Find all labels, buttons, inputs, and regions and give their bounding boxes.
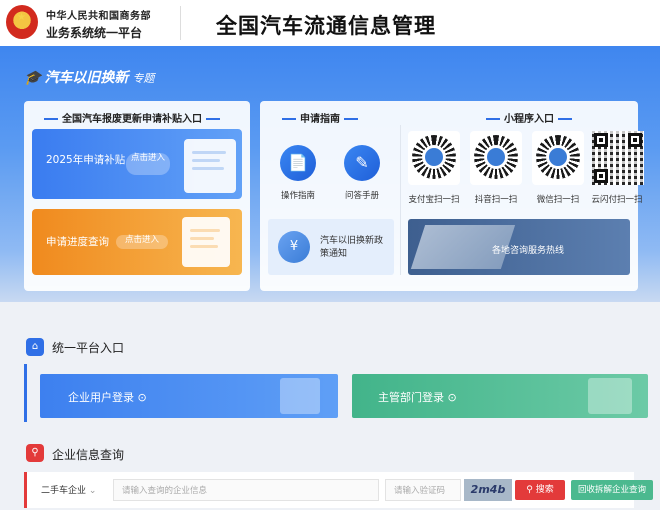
hotline-card[interactable]: 各地咨询服务热线	[408, 219, 630, 275]
dismantle-query-button[interactable]: 回收拆解企业查询	[571, 480, 653, 500]
document-illustration-icon	[184, 139, 236, 193]
topic-tag[interactable]: 🎓 汽车以旧换新 专题	[24, 67, 154, 87]
alipay-qr-code	[408, 131, 460, 185]
panel-divider	[400, 125, 401, 275]
progress-query-label: 申请进度查询	[46, 236, 109, 248]
circle-arrow-icon: ⊙	[447, 391, 457, 404]
policy-notice-card[interactable]: ¥ 汽车以旧换新政策通知	[268, 219, 394, 275]
faq-manual-icon[interactable]: ✎	[344, 145, 380, 181]
subsidy-panel-title: 全国汽车报废更新申请补贴入口	[40, 110, 224, 125]
building-illustration-icon	[280, 378, 320, 414]
platform-section-title: 统一平台入口	[52, 341, 125, 355]
search-icon: ⚲	[526, 485, 533, 495]
topic-tag-sub: 专题	[132, 72, 155, 85]
authority-login-button[interactable]: 主管部门登录 ⊙	[352, 374, 648, 418]
enterprise-search-bar: 二手车企业 ⌄ 请输入查询的企业信息 请输入验证码 2m4b ⚲ 搜索 回收拆解…	[24, 472, 653, 508]
search-button[interactable]: ⚲ 搜索	[515, 480, 565, 500]
query-section-icon: ⚲	[26, 444, 44, 462]
progress-query-card[interactable]: 申请进度查询 点击进入	[32, 209, 242, 275]
org-name: 中华人民共和国商务部	[46, 11, 151, 22]
unionpay-qr-code	[592, 131, 644, 185]
national-emblem-icon: ★	[6, 5, 38, 39]
miniapp-panel-title: 小程序入口	[482, 110, 576, 125]
enterprise-login-label: 企业用户登录 ⊙	[68, 391, 147, 404]
chevron-down-icon: ⌄	[88, 486, 97, 496]
wechat-qr-code	[532, 131, 584, 185]
operation-guide-label[interactable]: 操作指南	[272, 189, 324, 201]
douyin-scan-label: 抖音扫一扫	[474, 195, 518, 205]
government-building-icon	[588, 378, 632, 414]
system-name: 业务系统统一平台	[46, 26, 143, 40]
hero-banner: 🎓 汽车以旧换新 专题 全国汽车报废更新申请补贴入口 2025年申请补贴 点击进入 …	[0, 46, 660, 302]
enterprise-name-input[interactable]: 请输入查询的企业信息	[113, 479, 379, 501]
captcha-image[interactable]: 2m4b	[464, 479, 512, 501]
platform-section-icon: ⌂	[26, 338, 44, 356]
top-header: ★ 中华人民共和国商务部 业务系统统一平台 全国汽车流通信息管理	[0, 0, 660, 46]
unionpay-scan-label: 云闪付扫一扫	[591, 195, 643, 205]
policy-notice-icon: ¥	[278, 231, 310, 263]
hotline-label: 各地咨询服务热线	[492, 246, 565, 256]
apply-subsidy-button[interactable]: 点击进入	[126, 153, 170, 175]
graduation-cap-icon: 🎓	[24, 70, 42, 86]
alipay-scan-label: 支付宝扫一扫	[408, 195, 460, 205]
faq-manual-label[interactable]: 问答手册	[336, 189, 388, 201]
progress-illustration-icon	[182, 217, 230, 267]
apply-subsidy-card[interactable]: 2025年申请补贴 点击进入	[32, 129, 242, 199]
guide-miniapp-panel: 申请指南 📄 操作指南 ✎ 问答手册 ¥ 汽车以旧换新政策通知 小程序入口 支付…	[260, 101, 644, 291]
platform-accent-bar	[24, 364, 27, 422]
guide-panel-title: 申请指南	[278, 110, 362, 125]
captcha-input[interactable]: 请输入验证码	[385, 479, 461, 501]
douyin-qr-code	[470, 131, 522, 185]
wechat-scan-label: 微信扫一扫	[536, 195, 580, 205]
query-section-title: 企业信息查询	[52, 448, 125, 462]
topic-tag-label: 汽车以旧换新	[44, 70, 129, 86]
enterprise-category-select[interactable]: 二手车企业 ⌄	[37, 481, 105, 501]
header-divider	[180, 6, 181, 40]
authority-login-label: 主管部门登录 ⊙	[378, 391, 457, 404]
enterprise-login-button[interactable]: 企业用户登录 ⊙	[40, 374, 338, 418]
apply-subsidy-label: 2025年申请补贴	[46, 154, 126, 166]
progress-query-button[interactable]: 点击进入	[116, 235, 168, 249]
page-title: 全国汽车流通信息管理	[216, 14, 436, 38]
circle-arrow-icon: ⊙	[137, 391, 147, 404]
operation-guide-icon[interactable]: 📄	[280, 145, 316, 181]
policy-notice-label: 汽车以旧换新政策通知	[320, 236, 384, 259]
subsidy-panel: 全国汽车报废更新申请补贴入口 2025年申请补贴 点击进入 申请进度查询 点击进…	[24, 101, 250, 291]
